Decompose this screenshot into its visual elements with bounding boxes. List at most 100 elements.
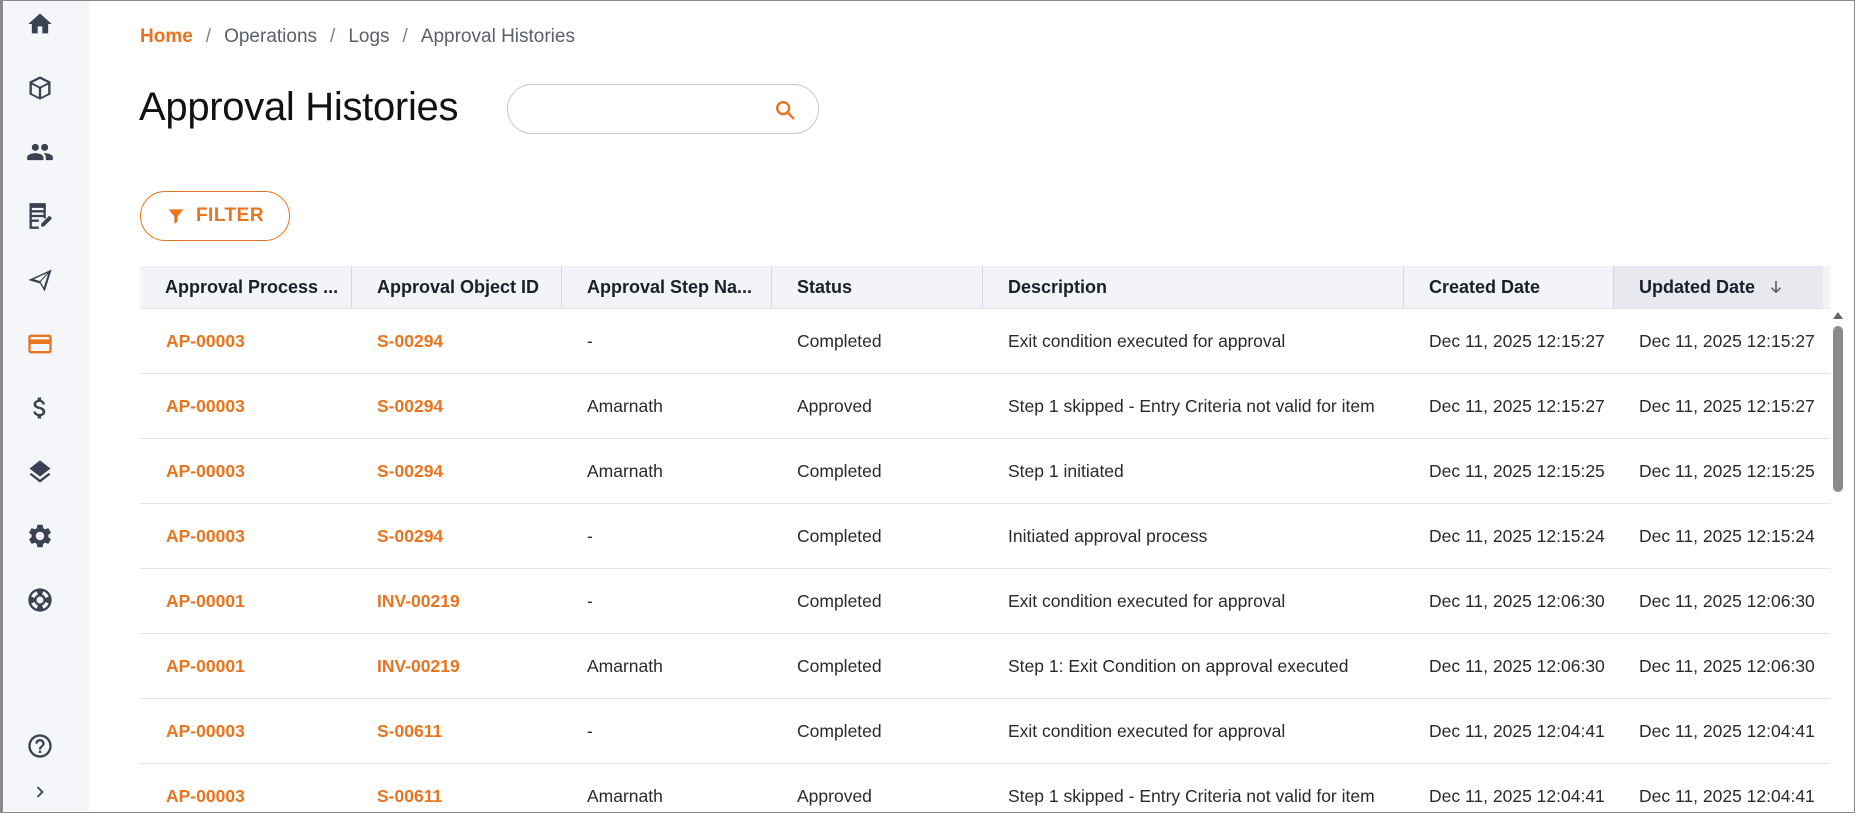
credit-card-icon[interactable] xyxy=(22,326,58,362)
cell-approval-object-id[interactable]: INV-00219 xyxy=(351,591,561,612)
column-header-label: Updated Date xyxy=(1639,276,1756,297)
cell-approval-process[interactable]: AP-00003 xyxy=(140,721,351,742)
column-header-status[interactable]: Status xyxy=(771,266,982,308)
cell-description: Step 1 skipped - Entry Criteria not vali… xyxy=(1008,785,1375,806)
cell-approval-object-id[interactable]: S-00611 xyxy=(351,721,561,742)
cell-approval-object-id[interactable]: S-00294 xyxy=(351,526,561,547)
cell-approval-process[interactable]: AP-00003 xyxy=(140,526,351,547)
scroll-thumb[interactable] xyxy=(1833,326,1843,492)
breadcrumb: Home / Operations / Logs / Approval Hist… xyxy=(140,26,575,48)
cell-approval-step-name: Amarnath xyxy=(587,655,663,676)
cell-approval-step-name: Amarnath xyxy=(587,785,663,806)
table-header: Approval Process ... Approval Object ID … xyxy=(140,266,1830,309)
cell-status: Completed xyxy=(797,460,882,481)
cell-updated-date: Dec 11, 2025 12:04:41 xyxy=(1639,785,1815,806)
column-header-label: Approval Step Na... xyxy=(587,276,753,297)
column-header-description[interactable]: Description xyxy=(982,266,1403,308)
breadcrumb-current: Approval Histories xyxy=(420,26,575,47)
cell-approval-object-id[interactable]: S-00294 xyxy=(351,396,561,417)
column-header-label: Approval Object ID xyxy=(377,276,540,297)
column-header-approval-process[interactable]: Approval Process ... xyxy=(140,266,351,308)
chevron-right-icon[interactable] xyxy=(22,774,58,810)
breadcrumb-separator: / xyxy=(205,26,212,47)
cell-description: Step 1: Exit Condition on approval execu… xyxy=(1008,655,1349,676)
dollar-icon[interactable] xyxy=(22,390,58,426)
table-row[interactable]: AP-00001 INV-00219 - Completed Exit conditio… xyxy=(140,569,1830,634)
search-icon[interactable] xyxy=(774,99,796,121)
column-header-label: Approval Process ... xyxy=(165,276,339,297)
column-header-created-date[interactable]: Created Date xyxy=(1403,266,1613,308)
cell-created-date: Dec 11, 2025 12:04:41 xyxy=(1429,785,1605,806)
send-icon[interactable] xyxy=(22,262,58,298)
filter-button[interactable]: FILTER xyxy=(140,191,290,241)
cell-created-date: Dec 11, 2025 12:15:24 xyxy=(1429,525,1605,546)
table-row[interactable]: AP-00003 S-00611 Amarnath Approved Step 1 sk… xyxy=(140,764,1830,809)
cell-status: Approved xyxy=(797,785,872,806)
cell-approval-process[interactable]: AP-00003 xyxy=(140,331,351,352)
breadcrumb-home[interactable]: Home xyxy=(140,26,193,48)
layers-icon[interactable] xyxy=(22,454,58,490)
column-header-approval-step-name[interactable]: Approval Step Na... xyxy=(561,266,771,308)
column-header-approval-object-id[interactable]: Approval Object ID xyxy=(351,266,561,308)
table-row[interactable]: AP-00001 INV-00219 Amarnath Completed Step 1… xyxy=(140,634,1830,699)
cell-approval-process[interactable]: AP-00001 xyxy=(140,591,351,612)
cell-updated-date: Dec 11, 2025 12:04:41 xyxy=(1639,720,1815,741)
help-icon[interactable] xyxy=(22,728,58,764)
document-edit-icon[interactable] xyxy=(22,198,58,234)
cell-approval-object-id[interactable]: S-00294 xyxy=(351,331,561,352)
cell-updated-date: Dec 11, 2025 12:06:30 xyxy=(1639,655,1815,676)
cell-status: Completed xyxy=(797,525,882,546)
cell-approval-object-id[interactable]: S-00294 xyxy=(351,461,561,482)
cell-description: Exit condition executed for approval xyxy=(1008,590,1286,611)
sidebar xyxy=(3,1,89,811)
main-content: Home / Operations / Logs / Approval Hist… xyxy=(89,1,1854,812)
cell-status: Completed xyxy=(797,590,882,611)
table-row[interactable]: AP-00003 S-00611 - Completed Exit condition … xyxy=(140,699,1830,764)
filter-icon xyxy=(168,209,184,224)
gear-icon[interactable] xyxy=(22,518,58,554)
cell-created-date: Dec 11, 2025 12:15:27 xyxy=(1429,330,1605,351)
table-row[interactable]: AP-00003 S-00294 Amarnath Approved Step 1 sk… xyxy=(140,374,1830,439)
cell-approval-object-id[interactable]: S-00611 xyxy=(351,786,561,807)
cell-approval-process[interactable]: AP-00003 xyxy=(140,396,351,417)
cell-approval-step-name: - xyxy=(587,720,593,741)
cell-status: Approved xyxy=(797,395,872,416)
cell-description: Exit condition executed for approval xyxy=(1008,330,1286,351)
table-row[interactable]: AP-00003 S-00294 - Completed Initiated appro… xyxy=(140,504,1830,569)
cell-approval-process[interactable]: AP-00003 xyxy=(140,786,351,807)
table-body: AP-00003 S-00294- Completed Exit condition … xyxy=(140,309,1830,809)
cell-updated-date: Dec 11, 2025 12:06:30 xyxy=(1639,590,1815,611)
cell-approval-process[interactable]: AP-00001 xyxy=(140,656,351,677)
cell-updated-date: Dec 11, 2025 12:15:27 xyxy=(1639,395,1815,416)
cell-updated-date: Dec 11, 2025 12:15:25 xyxy=(1639,460,1815,481)
cell-created-date: Dec 11, 2025 12:15:25 xyxy=(1429,460,1605,481)
column-header-label: Description xyxy=(1008,276,1108,297)
arrow-down-icon[interactable] xyxy=(1767,278,1785,296)
cell-approval-object-id[interactable]: INV-00219 xyxy=(351,656,561,677)
cube-icon[interactable] xyxy=(22,70,58,106)
search-box xyxy=(507,84,819,134)
search-input[interactable] xyxy=(526,93,766,125)
cell-status: Completed xyxy=(797,655,882,676)
cell-approval-process[interactable]: AP-00003 xyxy=(140,461,351,482)
cell-approval-step-name: Amarnath xyxy=(587,460,663,481)
breadcrumb-logs[interactable]: Logs xyxy=(348,26,389,48)
scroll-up-arrow[interactable] xyxy=(1833,312,1843,319)
cell-created-date: Dec 11, 2025 12:15:27 xyxy=(1429,395,1605,416)
cell-description: Step 1 skipped - Entry Criteria not vali… xyxy=(1008,395,1375,416)
breadcrumb-operations[interactable]: Operations xyxy=(224,26,317,48)
column-header-updated-date[interactable]: Updated Date xyxy=(1613,266,1823,308)
cell-created-date: Dec 11, 2025 12:06:30 xyxy=(1429,655,1605,676)
table-row[interactable]: AP-00003 S-00294 - Completed Exit condition … xyxy=(140,309,1830,374)
cell-description: Exit condition executed for approval xyxy=(1008,720,1286,741)
table-row[interactable]: AP-00003 S-00294 Amarnath Completed Step 1 i… xyxy=(140,439,1830,504)
table-scrollbar[interactable] xyxy=(1832,312,1844,812)
breadcrumb-separator: / xyxy=(402,26,408,47)
lifebuoy-icon[interactable] xyxy=(22,582,58,618)
cell-approval-step-name: Amarnath xyxy=(587,395,663,416)
cell-status: Completed xyxy=(797,720,882,741)
cell-updated-date: Dec 11, 2025 12:15:27 xyxy=(1639,330,1815,351)
filter-button-label: FILTER xyxy=(195,205,265,226)
people-icon[interactable] xyxy=(22,134,58,170)
home-icon[interactable] xyxy=(22,6,58,42)
